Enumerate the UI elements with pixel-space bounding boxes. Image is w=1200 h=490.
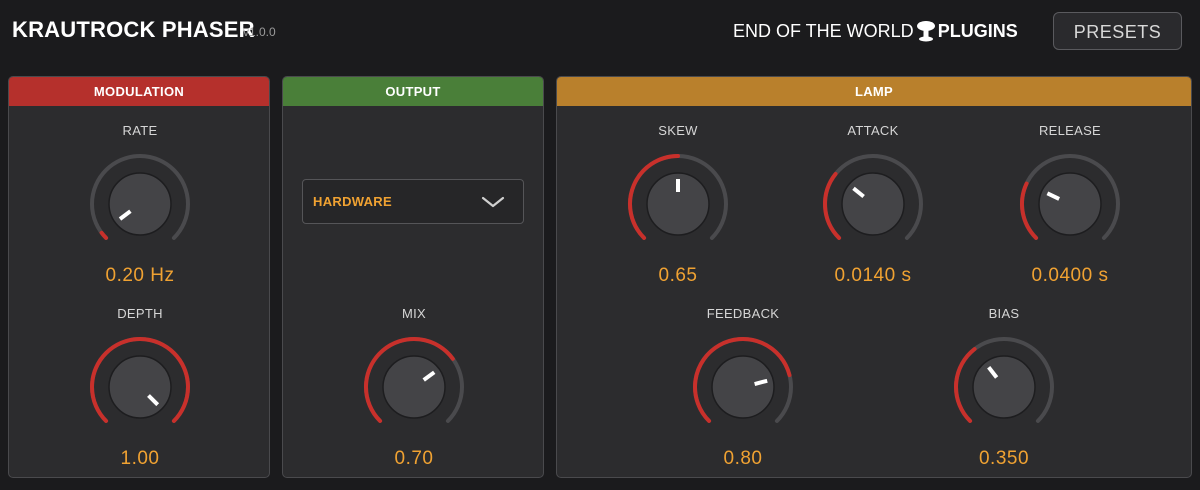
chevron-down-icon	[481, 196, 505, 208]
brand-name-left: END OF THE WORLD	[733, 20, 914, 41]
mix-knob-group: MIX 0.70	[349, 306, 479, 470]
skew-value: 0.65	[658, 265, 698, 286]
attack-knob-group: ATTACK 0.0140 s	[808, 123, 938, 287]
bias-knob[interactable]	[949, 332, 1059, 442]
attack-knob-cap	[841, 172, 905, 236]
lamp-panel: LAMP SKEW 0.65 ATTACK 0.0140 s RELEASE 0…	[556, 76, 1192, 478]
depth-value: 1.00	[120, 448, 160, 469]
release-label: RELEASE	[1038, 123, 1102, 138]
mix-label: MIX	[401, 306, 426, 321]
bias-label: BIAS	[988, 306, 1020, 321]
presets-button[interactable]: PRESETS	[1053, 12, 1182, 50]
depth-knob[interactable]	[85, 332, 195, 442]
skew-label: SKEW	[658, 123, 698, 138]
rate-knob-value-arc	[99, 230, 109, 240]
skew-knob-group: SKEW 0.65	[613, 123, 743, 287]
mix-knob[interactable]	[359, 332, 469, 442]
mushroom-cloud-icon	[916, 21, 935, 42]
feedback-label: FEEDBACK	[706, 306, 780, 321]
rate-value: 0.20 Hz	[105, 265, 175, 286]
release-knob[interactable]	[1015, 149, 1125, 259]
brand-name-right: PLUGINS	[937, 20, 1018, 41]
rate-knob-group: RATE 0.20 Hz	[75, 123, 205, 287]
bias-knob-cap	[972, 355, 1036, 419]
lamp-header: LAMP	[557, 77, 1191, 106]
app-version: v1.0.0	[243, 25, 276, 39]
release-knob-value-arc	[1020, 181, 1039, 240]
release-value: 0.0400 s	[1031, 265, 1109, 286]
bias-value: 0.350	[978, 448, 1030, 469]
rate-label: RATE	[122, 123, 158, 138]
depth-knob-group: DEPTH 1.00	[75, 306, 205, 470]
release-knob-group: RELEASE 0.0400 s	[1005, 123, 1135, 287]
attack-knob-value-arc	[823, 171, 842, 240]
header-bar: KRAUTROCK PHASER v1.0.0 END OF THE WORLD…	[0, 0, 1200, 64]
attack-label: ATTACK	[847, 123, 899, 138]
mix-knob-cap	[382, 355, 446, 419]
skew-knob[interactable]	[623, 149, 733, 259]
feedback-knob-group: FEEDBACK 0.80	[678, 306, 808, 470]
release-knob-cap	[1038, 172, 1102, 236]
feedback-knob[interactable]	[688, 332, 798, 442]
rate-knob[interactable]	[85, 149, 195, 259]
feedback-value: 0.80	[723, 448, 763, 469]
attack-knob[interactable]	[818, 149, 928, 259]
attack-value: 0.0140 s	[834, 265, 912, 286]
output-header: OUTPUT	[283, 77, 543, 106]
bias-knob-value-arc	[954, 347, 977, 423]
feedback-knob-cap	[711, 355, 775, 419]
bias-knob-group: BIAS 0.350	[939, 306, 1069, 470]
output-mode-value: HARDWARE	[313, 194, 392, 209]
depth-knob-cap	[108, 355, 172, 419]
output-panel: OUTPUT HARDWARE MIX 0.70	[282, 76, 544, 478]
modulation-header: MODULATION	[9, 77, 269, 106]
depth-label: DEPTH	[117, 306, 163, 321]
modulation-panel: MODULATION RATE 0.20 Hz DEPTH 1.00	[8, 76, 270, 478]
rate-knob-cap	[108, 172, 172, 236]
brand-logo: END OF THE WORLD PLUGINS	[733, 20, 1018, 42]
mix-value: 0.70	[394, 448, 434, 469]
output-mode-dropdown[interactable]: HARDWARE	[302, 179, 524, 224]
app-title: KRAUTROCK PHASER	[12, 17, 255, 42]
